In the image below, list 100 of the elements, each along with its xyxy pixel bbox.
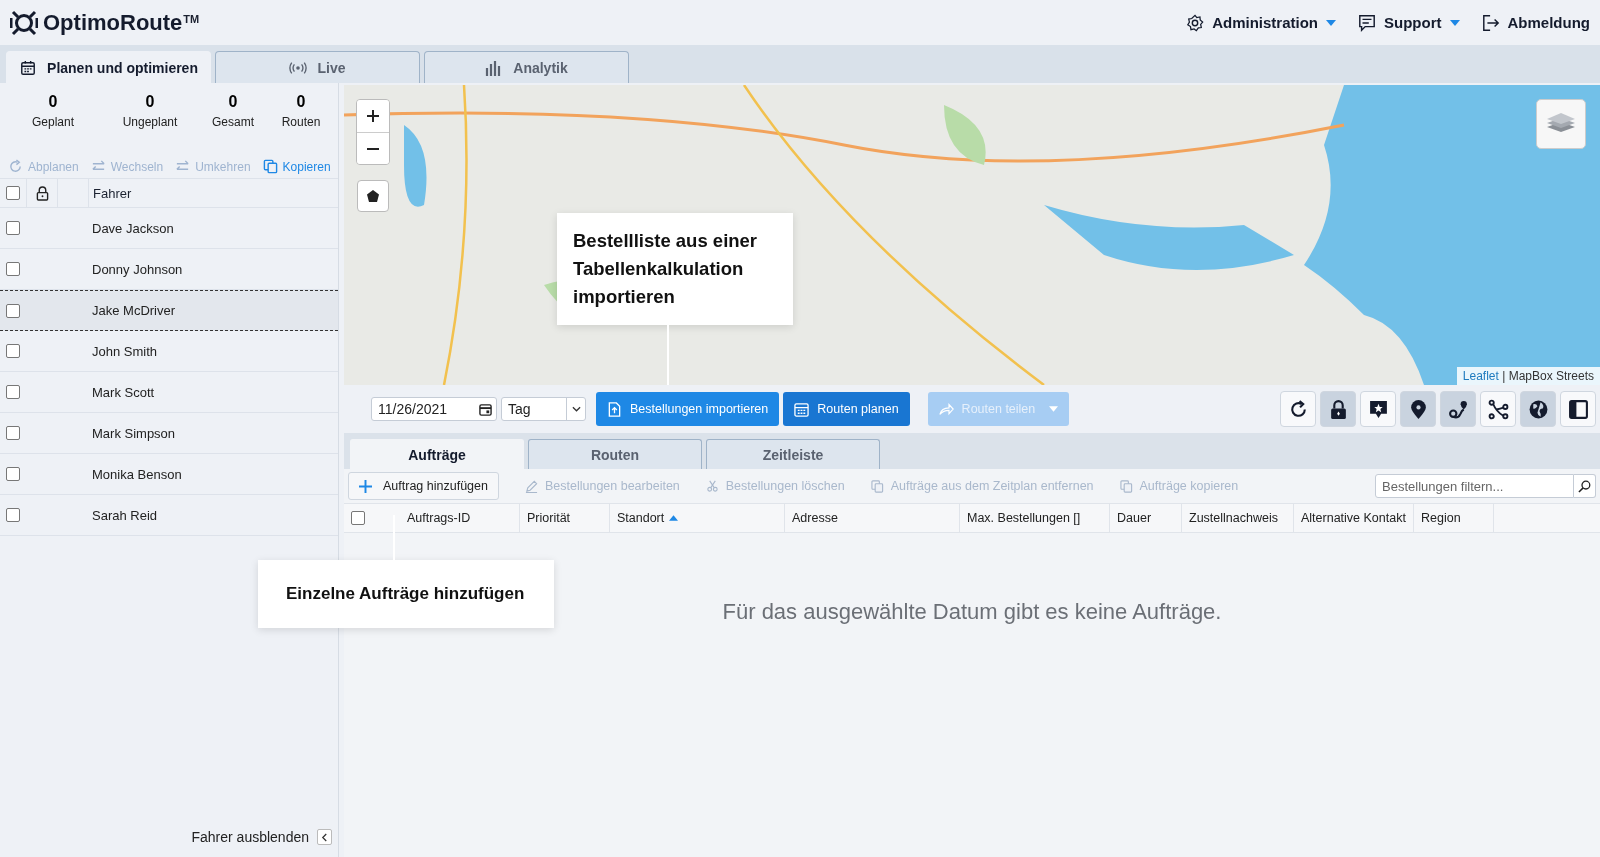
stat-label: Geplant [32, 115, 74, 129]
trademark: TM [183, 12, 200, 25]
stat-value: 0 [48, 93, 58, 111]
driver-name: Donny Johnson [92, 261, 183, 277]
star-marker-icon [1367, 398, 1389, 420]
checkbox[interactable] [6, 426, 20, 440]
date-field[interactable]: 11/26/2021 [371, 397, 497, 421]
collapse-button[interactable] [317, 829, 332, 845]
driver-row[interactable]: Dave Jackson [0, 208, 338, 249]
column-header[interactable]: Alternative Kontakt [1294, 504, 1414, 532]
stat-label: Gesamt [212, 115, 254, 129]
orders-tab[interactable]: Aufträge [350, 439, 524, 469]
stat-label: Ungeplant [122, 115, 178, 129]
file-upload-icon [607, 401, 622, 417]
calendar-icon [794, 401, 810, 417]
column-header[interactable]: Max. Bestellungen [] [960, 504, 1110, 532]
calendar-icon[interactable] [479, 402, 492, 416]
driver-name: Sarah Reid [92, 507, 158, 523]
panel-toggle-button[interactable] [1560, 391, 1596, 427]
column-header: Fahrer [88, 179, 338, 207]
driver-row[interactable]: Sarah Reid [0, 495, 338, 536]
pentagon-icon [366, 189, 380, 203]
zoom-in-button[interactable] [357, 100, 389, 132]
star-marker-toggle-button[interactable] [1360, 391, 1396, 427]
globe-icon [1527, 398, 1549, 420]
logo-icon[interactable] [10, 8, 38, 37]
copy-icon [1119, 479, 1133, 493]
column-header[interactable]: Region [1414, 504, 1494, 532]
filter-field[interactable]: Bestellungen filtern... [1375, 474, 1574, 498]
refresh-toggle-button[interactable] [1280, 391, 1316, 427]
column-header[interactable]: Auftrags-ID [400, 504, 520, 532]
lock-toggle-button[interactable] [1320, 391, 1356, 427]
column-header[interactable]: Adresse [785, 504, 960, 532]
chevron-down-icon [571, 406, 581, 412]
signal-icon [289, 59, 308, 76]
period-select[interactable]: Tag [501, 397, 586, 421]
gear-icon [1186, 13, 1205, 32]
plus-icon [359, 479, 372, 493]
zoom-out-button[interactable] [357, 132, 389, 164]
driver-row[interactable]: Mark Scott [0, 372, 338, 413]
driver-row[interactable]: Mark Simpson [0, 413, 338, 454]
scissors-icon [705, 479, 719, 493]
main-tab[interactable]: Analytik [424, 51, 629, 83]
toolbar-button[interactable]: Routen planen [783, 392, 910, 426]
orders-tab[interactable]: Routen [528, 439, 702, 469]
order-action-button[interactable]: Auftrag hinzufügen [348, 472, 499, 500]
main-tab[interactable]: Planen und optimieren [6, 51, 211, 83]
driver-row[interactable]: Jake McDriver [0, 290, 338, 331]
share-arrow-icon [938, 401, 954, 417]
checkbox[interactable] [6, 186, 20, 200]
column-header[interactable]: Dauer [1110, 504, 1182, 532]
header-menu-link[interactable]: Abmeldung [1481, 13, 1590, 32]
driver-name: Mark Scott [92, 384, 155, 400]
checkbox[interactable] [6, 221, 20, 235]
callout-text: Bestellliste aus einer Tabellenkalkulation importieren [573, 230, 758, 307]
caret-icon [1326, 19, 1336, 26]
map-attribution: Leaflet | MapBox Streets [1456, 367, 1600, 385]
logo-text: OptimoRoute [43, 9, 183, 36]
route-toggle-button[interactable] [1440, 391, 1476, 427]
driver-row[interactable]: John Smith [0, 331, 338, 372]
driver-row[interactable]: Monika Benson [0, 454, 338, 495]
header-menu-link[interactable]: Administration [1186, 13, 1336, 32]
caret-icon [1049, 406, 1059, 412]
checkbox[interactable] [351, 511, 365, 525]
logout-icon [1481, 13, 1500, 32]
main-tab[interactable]: Live [215, 51, 420, 83]
column-header[interactable]: Zustellnachweis [1182, 504, 1294, 532]
column-header[interactable]: Standort [610, 504, 785, 532]
stat-value: 0 [296, 93, 306, 111]
header-menu-link[interactable]: Support [1358, 13, 1460, 32]
driver-name: Dave Jackson [92, 220, 174, 236]
toolbar-button[interactable]: Bestellungen importieren [596, 392, 780, 426]
driver-name: Mark Simpson [92, 425, 176, 441]
hide-drivers-label: Fahrer ausblenden [191, 829, 309, 845]
sidebar-panel-icon [1567, 398, 1589, 420]
minus-icon [366, 147, 380, 150]
checkbox[interactable] [6, 385, 20, 399]
calendar-icon [19, 59, 38, 76]
pin-toggle-button[interactable] [1400, 391, 1436, 427]
checkbox[interactable] [6, 262, 20, 276]
checkbox[interactable] [6, 467, 20, 481]
branches-toggle-button[interactable] [1480, 391, 1516, 427]
layers-button[interactable] [1536, 99, 1586, 149]
column-header[interactable]: Priorität [520, 504, 610, 532]
checkbox[interactable] [6, 303, 20, 318]
callout-text: Einzelne Aufträge hinzufügen [286, 584, 525, 604]
sort-ascending-icon [669, 515, 679, 521]
pencil-icon [524, 479, 538, 493]
orders-tab[interactable]: Zeitleiste [706, 439, 880, 469]
checkbox[interactable] [6, 508, 20, 522]
search-button[interactable] [1574, 474, 1596, 498]
leaflet-link[interactable]: Leaflet [1462, 369, 1499, 383]
copy-icon [262, 159, 278, 174]
empty-message: Für das ausgewählte Datum gibt es keine Aufträge. [722, 599, 1222, 626]
stat-value: 0 [228, 93, 238, 111]
driver-name: John Smith [92, 343, 158, 359]
checkbox[interactable] [6, 344, 20, 358]
draw-polygon-button[interactable] [357, 180, 389, 212]
globe-toggle-button[interactable] [1520, 391, 1556, 427]
circular-arrow-icon [8, 159, 23, 174]
